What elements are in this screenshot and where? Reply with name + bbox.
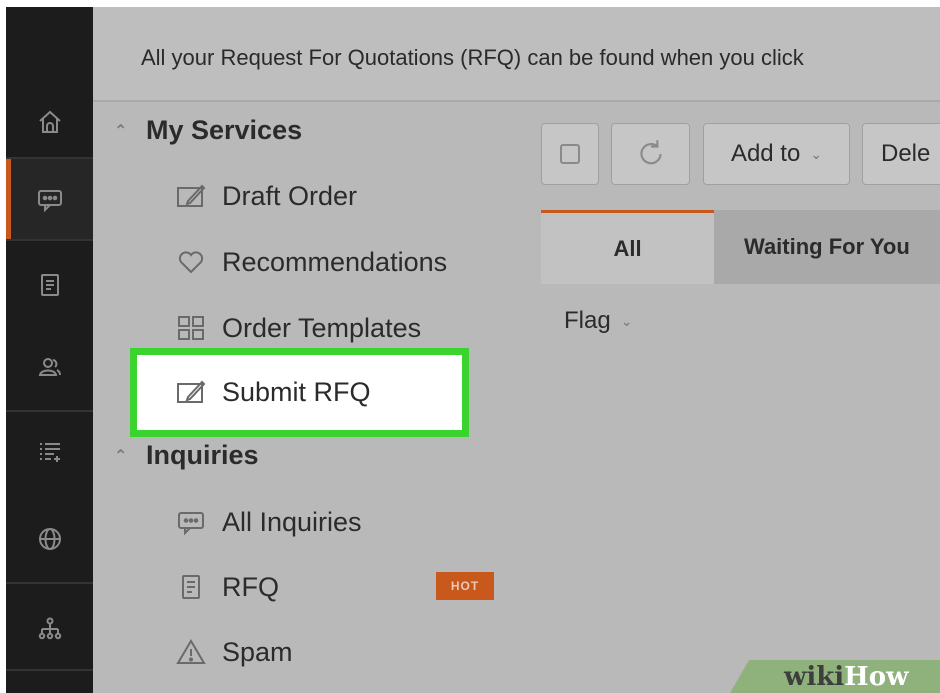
tab-label: All	[613, 235, 642, 261]
menu-item-recommendations[interactable]: Recommendations	[176, 239, 447, 285]
edit-icon	[177, 380, 206, 403]
message-icon	[37, 190, 62, 213]
section-title: My Services	[146, 115, 303, 145]
chevron-down-icon: ⌄	[620, 312, 633, 329]
rail-list-button[interactable]	[6, 412, 93, 492]
rail-global-button[interactable]	[6, 499, 93, 579]
warning-icon	[176, 639, 206, 664]
chevron-down-icon: ⌄	[810, 145, 823, 162]
hot-badge: HOT	[436, 572, 494, 600]
section-title: Inquiries	[146, 440, 259, 470]
menu-item-spam[interactable]: Spam	[176, 629, 293, 675]
grid-icon	[178, 316, 204, 340]
flag-filter-dropdown[interactable]: Flag ⌄	[564, 307, 632, 335]
banner-text: All your Request For Quotations (RFQ) ca…	[141, 45, 804, 70]
add-to-dropdown[interactable]: Add to ⌄	[703, 123, 850, 185]
refresh-button[interactable]	[611, 123, 690, 185]
menu-item-label: Draft Order	[222, 180, 358, 211]
wikihow-watermark: wikiHow	[784, 662, 908, 692]
home-icon	[38, 110, 61, 133]
menu-item-draft-order[interactable]: Draft Order	[176, 173, 357, 219]
checkbox-icon	[560, 144, 580, 164]
watermark-part2: How	[844, 662, 909, 692]
menu-item-label: RFQ	[222, 571, 279, 602]
heart-icon	[178, 251, 204, 274]
collapse-caret-icon: ⌃	[114, 447, 128, 465]
menu-item-order-templates[interactable]: Order Templates	[176, 305, 421, 351]
left-rail	[6, 7, 93, 693]
section-my-services[interactable]: ⌃ My Services	[114, 115, 302, 146]
select-all-checkbox[interactable]	[541, 123, 599, 185]
menu-item-label: Spam	[222, 636, 293, 667]
rail-contacts-button[interactable]	[6, 327, 93, 407]
rail-messages-button[interactable]	[6, 159, 93, 239]
rail-structure-button[interactable]	[6, 589, 93, 669]
menu-item-label: Recommendations	[222, 246, 448, 277]
app-window: All your Request For Quotations (RFQ) ca…	[6, 7, 940, 693]
section-inquiries[interactable]: ⌃ Inquiries	[114, 440, 259, 471]
globe-icon	[38, 528, 61, 550]
collapse-caret-icon: ⌃	[114, 122, 128, 140]
delete-label: Dele	[881, 140, 931, 167]
flag-label: Flag	[564, 307, 611, 334]
watermark-part1: wiki	[784, 662, 845, 692]
tab-all[interactable]: All	[541, 210, 714, 284]
refresh-icon	[639, 140, 662, 165]
add-to-label: Add to	[730, 140, 801, 167]
menu-item-submit-rfq[interactable]: Submit RFQ	[176, 369, 371, 415]
tab-waiting-for-you[interactable]: Waiting For You	[714, 210, 940, 284]
users-icon	[38, 358, 61, 376]
document-icon	[182, 575, 200, 599]
rail-orders-button[interactable]	[6, 245, 93, 325]
tab-label: Waiting For You	[744, 234, 910, 259]
document-icon	[40, 274, 59, 296]
message-icon	[178, 512, 204, 536]
rail-home-button[interactable]	[6, 82, 93, 162]
menu-item-rfq[interactable]: RFQ	[176, 564, 279, 610]
menu-item-label: Order Templates	[222, 312, 422, 343]
menu-item-label: All Inquiries	[222, 506, 362, 537]
delete-button[interactable]: Dele	[862, 123, 940, 185]
org-chart-icon	[38, 617, 61, 640]
list-add-icon	[39, 443, 60, 462]
info-banner: All your Request For Quotations (RFQ) ca…	[93, 7, 940, 102]
menu-item-all-inquiries[interactable]: All Inquiries	[176, 499, 362, 545]
edit-icon	[177, 184, 206, 207]
menu-item-label: Submit RFQ	[222, 376, 371, 407]
